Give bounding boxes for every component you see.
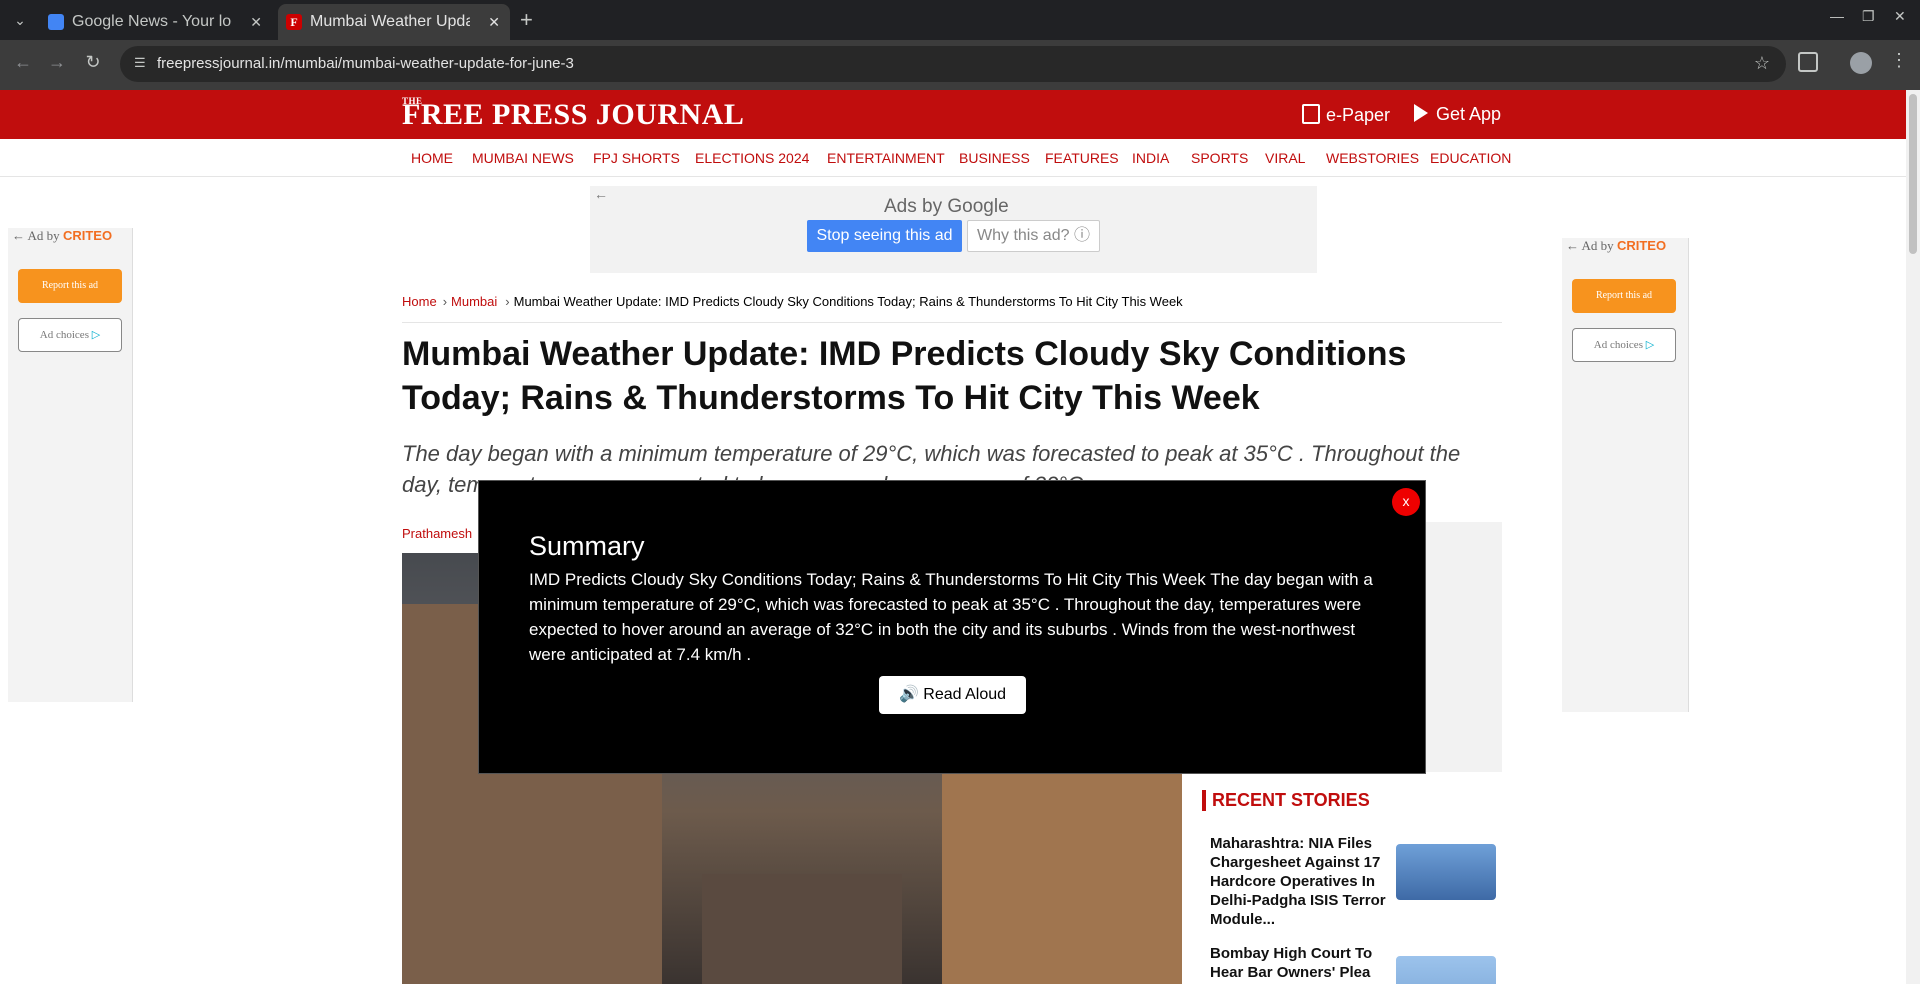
tab-title: Google News - Your loca	[72, 13, 232, 30]
nav-webstories[interactable]: WEBSTORIES	[1326, 150, 1419, 166]
why-this-ad-button[interactable]: Why this ad? ⓘ	[967, 220, 1100, 252]
close-window-icon[interactable]: ✕	[1894, 8, 1906, 25]
site-logo[interactable]: THE FREE PRESS JOURNAL	[402, 96, 745, 132]
nav-india[interactable]: INDIA	[1132, 150, 1169, 166]
recent-stories-heading: RECENT STORIES	[1202, 790, 1370, 811]
nav-entertainment[interactable]: ENTERTAINMENT	[827, 150, 945, 166]
tab-close-icon[interactable]: ✕	[488, 4, 500, 40]
scrollbar-thumb[interactable]	[1909, 94, 1917, 254]
story-title[interactable]: Maharashtra: NIA Files Chargesheet Again…	[1210, 834, 1388, 929]
ad-choices-button[interactable]: Ad choices ▷	[18, 318, 122, 352]
tab-title: Mumbai Weather Upda	[310, 13, 470, 30]
main-navigation: HOME MUMBAI NEWS FPJ SHORTS ELECTIONS 20…	[0, 139, 1906, 177]
nav-fpj-shorts[interactable]: FPJ SHORTS	[593, 150, 680, 166]
breadcrumb-mumbai[interactable]: Mumbai	[451, 294, 497, 309]
info-icon: ⓘ	[1073, 227, 1090, 244]
right-side-ad: ← Ad by CRITEO Report this ad Ad choices…	[1562, 238, 1689, 712]
summary-modal: x Summary IMD Predicts Cloudy Sky Condit…	[478, 480, 1426, 774]
tab-close-icon[interactable]: ✕	[250, 4, 262, 40]
nav-education[interactable]: EDUCATION	[1430, 150, 1511, 166]
building-shape	[702, 874, 902, 984]
new-tab-plus-icon[interactable]: +	[520, 6, 533, 34]
report-ad-button[interactable]: Report this ad	[1572, 279, 1676, 313]
ad-back-arrow-icon[interactable]: ←	[594, 186, 608, 202]
maximize-icon[interactable]: ❐	[1862, 8, 1875, 25]
epaper-label: e-Paper	[1326, 105, 1391, 125]
page-scrollbar[interactable]	[1906, 90, 1920, 984]
google-ad-banner: ← Ads by Google Stop seeing this ad Why …	[590, 186, 1317, 273]
ad-by-criteo[interactable]: ← Ad by CRITEO	[1566, 238, 1666, 254]
minimize-icon[interactable]: —	[1830, 8, 1844, 24]
fpj-icon: F	[286, 14, 302, 30]
read-aloud-button[interactable]: 🔊 Read Aloud	[879, 676, 1026, 714]
play-store-icon	[1414, 104, 1428, 122]
ad-choices-icon: ▷	[91, 329, 101, 341]
get-app-link[interactable]: Get App	[1414, 104, 1501, 125]
summary-text: IMD Predicts Cloudy Sky Conditions Today…	[529, 570, 1373, 664]
nav-viral[interactable]: VIRAL	[1265, 150, 1305, 166]
breadcrumb: Home › Mumbai › Mumbai Weather Update: IMD P…	[402, 294, 1183, 309]
nav-sports[interactable]: SPORTS	[1191, 150, 1248, 166]
story-thumbnail[interactable]	[1396, 956, 1496, 984]
report-ad-button[interactable]: Report this ad	[18, 269, 122, 303]
site-info-icon[interactable]: ☰	[134, 55, 152, 73]
browser-menu-icon[interactable]: ⋮	[1890, 50, 1908, 71]
browser-toolbar: ← → ↻ ☰ freepressjournal.in/mumbai/mumba…	[0, 40, 1920, 90]
forward-icon[interactable]: →	[44, 52, 70, 73]
story-thumbnail[interactable]	[1396, 844, 1496, 900]
reload-icon[interactable]: ↻	[80, 52, 106, 73]
nav-elections-2024[interactable]: ELECTIONS 2024	[695, 150, 809, 166]
site-header: THE FREE PRESS JOURNAL e-Paper Get App	[0, 90, 1906, 139]
address-bar[interactable]: ☰ freepressjournal.in/mumbai/mumbai-weat…	[120, 46, 1786, 82]
tab-mumbai-weather[interactable]: F Mumbai Weather Upda ✕	[278, 4, 510, 40]
divider	[402, 322, 1502, 323]
browser-tab-bar: ⌄ Google News - Your loca ✕ F Mumbai Wea…	[0, 0, 1920, 40]
tab-google-news[interactable]: Google News - Your loca ✕	[40, 4, 272, 40]
nav-features[interactable]: FEATURES	[1045, 150, 1119, 166]
extensions-icon[interactable]	[1798, 52, 1818, 72]
newspaper-icon	[1302, 104, 1320, 124]
nav-mumbai-news[interactable]: MUMBAI NEWS	[472, 150, 574, 166]
nav-business[interactable]: BUSINESS	[959, 150, 1030, 166]
back-icon[interactable]: ←	[10, 52, 36, 73]
ad-by-criteo[interactable]: ← Ad by CRITEO	[12, 228, 112, 244]
ad-choices-icon: ▷	[1645, 339, 1655, 351]
tab-search-chevron-icon[interactable]: ⌄	[8, 8, 32, 32]
ad-choices-button[interactable]: Ad choices ▷	[1572, 328, 1676, 362]
story-title[interactable]: Bombay High Court To Hear Bar Owners' Pl…	[1210, 944, 1388, 982]
left-side-ad: ← Ad by CRITEO Report this ad Ad choices…	[8, 228, 133, 702]
summary-heading: Summary	[529, 531, 645, 561]
logo-text: FREE PRESS JOURNAL	[402, 98, 745, 131]
profile-avatar[interactable]	[1850, 52, 1872, 74]
google-news-icon	[48, 14, 64, 30]
article-headline: Mumbai Weather Update: IMD Predicts Clou…	[402, 335, 1407, 417]
stop-seeing-ad-button[interactable]: Stop seeing this ad	[807, 220, 962, 252]
epaper-link[interactable]: e-Paper	[1302, 104, 1390, 126]
breadcrumb-home[interactable]: Home	[402, 294, 437, 309]
close-modal-button[interactable]: x	[1392, 488, 1420, 516]
bookmark-star-icon[interactable]: ☆	[1754, 53, 1770, 74]
get-app-label: Get App	[1436, 104, 1502, 124]
author-link[interactable]: Prathamesh	[402, 526, 472, 541]
ads-by-google-label: Ads by Google	[884, 196, 1009, 217]
breadcrumb-current: Mumbai Weather Update: IMD Predicts Clou…	[513, 294, 1183, 309]
nav-home[interactable]: HOME	[411, 150, 453, 166]
page-viewport: THE FREE PRESS JOURNAL e-Paper Get App H…	[0, 90, 1920, 984]
logo-the: THE	[402, 96, 423, 106]
url-text[interactable]: freepressjournal.in/mumbai/mumbai-weathe…	[157, 55, 574, 72]
